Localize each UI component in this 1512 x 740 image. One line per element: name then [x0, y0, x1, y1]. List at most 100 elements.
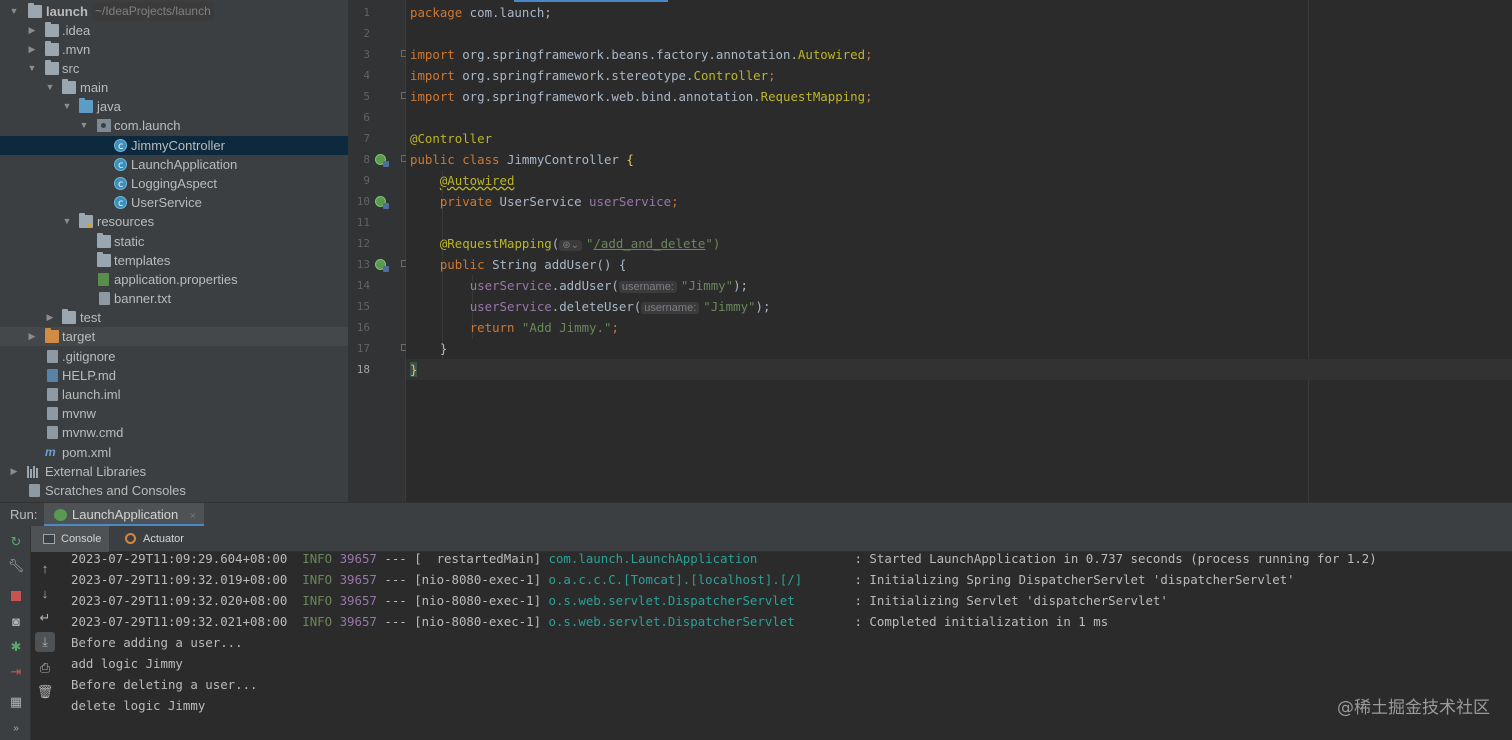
spring-bean-gutter-icon[interactable] [375, 154, 389, 167]
tree-item-launch-iml[interactable]: launch.iml [0, 385, 348, 404]
camera-icon[interactable]: ◙ [8, 613, 24, 629]
tree-item-label: banner.txt [114, 291, 172, 306]
tree-item-scratches[interactable]: Scratches and Consoles [0, 481, 348, 500]
tree-item-launchapplication[interactable]: LaunchApplication [0, 155, 348, 175]
tree-item-banner-txt[interactable]: banner.txt [0, 289, 348, 308]
tree-item-test[interactable]: ▶ test [0, 308, 348, 327]
tree-item-help-md[interactable]: HELP.md [0, 366, 348, 385]
spring-boot-icon [54, 509, 67, 521]
spring-properties-icon [98, 273, 109, 286]
tree-item-com-launch[interactable]: ▼ com.launch [0, 116, 348, 135]
soft-wrap-icon[interactable]: ↵ [37, 610, 53, 626]
log-pid: 39657 [339, 614, 377, 629]
tree-item-main[interactable]: ▼ main [0, 78, 348, 97]
print-icon[interactable]: ⎙ [37, 660, 53, 676]
console-output[interactable]: 2023-07-29T11:09:29.604+08:00 INFO 39657… [59, 552, 1512, 740]
token: private [439, 194, 493, 209]
tree-item-label: .idea [62, 23, 91, 38]
run-tab-label: LaunchApplication [72, 507, 179, 522]
code-line-14: userService.addUser(username: "Jimmy"); [410, 275, 748, 296]
tab-console[interactable]: Console [31, 526, 110, 552]
code-line-7: @Controller [410, 128, 492, 149]
project-tree: ▼ launch ~/IdeaProjects/launch ▶ .idea ▶… [0, 0, 348, 502]
tree-item-pom-xml[interactable]: m pom.xml [0, 443, 348, 462]
tree-item-mvnw-cmd[interactable]: mvnw.cmd [0, 423, 348, 442]
token: return [469, 320, 515, 335]
chevron-right-icon[interactable]: ▶ [8, 462, 20, 481]
tree-item-gitignore[interactable]: .gitignore [0, 347, 348, 366]
line-number: 18 [356, 363, 370, 376]
tab-actuator[interactable]: Actuator [113, 526, 192, 552]
exit-icon[interactable]: ⇥ [8, 664, 24, 680]
actuator-icon [125, 533, 136, 544]
tree-item-java[interactable]: ▼ java [0, 97, 348, 116]
iml-file-icon [47, 388, 58, 401]
close-icon[interactable]: × [190, 511, 196, 522]
chevron-right-icon[interactable]: ▶ [26, 40, 38, 59]
tree-item-label: launch.iml [62, 387, 121, 402]
source-folder-icon [79, 98, 93, 113]
tree-item-static[interactable]: static [0, 232, 348, 251]
tree-item-label: com.launch [114, 118, 181, 133]
scroll-to-end-icon[interactable]: ⤓ [35, 632, 55, 652]
tree-item-mvn[interactable]: ▶ .mvn [0, 40, 348, 59]
chevron-down-icon[interactable]: ▼ [26, 59, 38, 78]
code-line-10: private UserService userService; [410, 191, 679, 212]
token: ; [671, 194, 679, 209]
tree-item-loggingaspect[interactable]: LoggingAspect [0, 174, 348, 194]
tree-item-mvnw[interactable]: mvnw [0, 404, 348, 423]
spring-autowire-gutter-icon[interactable] [375, 196, 389, 209]
tree-item-application-properties[interactable]: application.properties [0, 270, 348, 289]
spring-endpoint-gutter-icon[interactable] [375, 259, 389, 272]
line-number: 13 [356, 258, 370, 271]
layout-icon[interactable]: ▦ [8, 694, 24, 710]
editor-gutter[interactable]: 1 2 3 4 5 6 7 8 9 10 11 12 13 14 15 16 1… [348, 0, 408, 502]
tree-item-launch[interactable]: ▼ launch ~/IdeaProjects/launch [0, 2, 348, 21]
line-number: 2 [363, 27, 370, 40]
tree-item-label: static [114, 234, 145, 249]
debug-icon[interactable]: ✱ [8, 639, 24, 655]
chevron-right-icon[interactable]: ▶ [26, 21, 38, 40]
tree-item-external-libraries[interactable]: ▶ External Libraries [0, 462, 348, 481]
run-tab-launchapplication[interactable]: LaunchApplication × [44, 503, 204, 527]
log-level: INFO [302, 572, 333, 587]
tree-item-idea[interactable]: ▶ .idea [0, 21, 348, 40]
line-number: 12 [356, 237, 370, 250]
token: import [410, 89, 455, 104]
tree-item-resources[interactable]: ▼ resources [0, 212, 348, 231]
tree-item-label: application.properties [114, 272, 238, 287]
tree-item-templates[interactable]: templates [0, 251, 348, 270]
code-editor[interactable]: package com.launch; import org.springfra… [406, 0, 1512, 502]
tree-item-label: main [80, 80, 109, 95]
trash-icon[interactable]: 🗑︎ [37, 684, 54, 700]
chevron-down-icon[interactable]: ▼ [8, 2, 20, 21]
token: String addUser() { [484, 257, 627, 272]
arrow-down-icon[interactable]: ↓ [37, 585, 53, 601]
text-file-icon [47, 350, 58, 363]
arrow-up-icon[interactable]: ↑ [37, 560, 53, 576]
parameter-hint: username: [641, 302, 700, 314]
chevron-down-icon[interactable]: ▼ [78, 116, 90, 135]
endpoint-icon[interactable]: ⊛⌄ [559, 240, 582, 251]
stop-icon[interactable] [8, 588, 24, 604]
chevron-down-icon[interactable]: ▼ [61, 212, 73, 231]
endpoint-url-link[interactable]: /add_and_delete [593, 236, 705, 251]
tree-item-jimmycontroller[interactable]: JimmyController [0, 136, 348, 156]
code-line-4: import org.springframework.stereotype.Co… [410, 65, 776, 86]
token: Controller [693, 68, 769, 83]
chevron-right-icon[interactable]: ▶ [26, 327, 38, 346]
rerun-icon[interactable]: ↻ [8, 534, 24, 550]
tree-item-target[interactable]: ▶ target [0, 327, 348, 346]
tree-item-userservice[interactable]: UserService [0, 193, 348, 213]
chevron-right-icon[interactable]: ▶ [44, 308, 56, 327]
tree-item-label: External Libraries [45, 464, 147, 479]
maven-icon: m [45, 445, 56, 459]
wrench-icon[interactable]: 🔧︎ [8, 558, 25, 574]
token: "Jimmy" [680, 278, 734, 293]
token: @Controller [410, 131, 493, 146]
more-icon[interactable]: » [8, 720, 24, 736]
code-line-13: public String addUser() { [410, 254, 627, 275]
chevron-down-icon[interactable]: ▼ [61, 97, 73, 116]
chevron-down-icon[interactable]: ▼ [44, 78, 56, 97]
tree-item-src[interactable]: ▼ src [0, 59, 348, 78]
